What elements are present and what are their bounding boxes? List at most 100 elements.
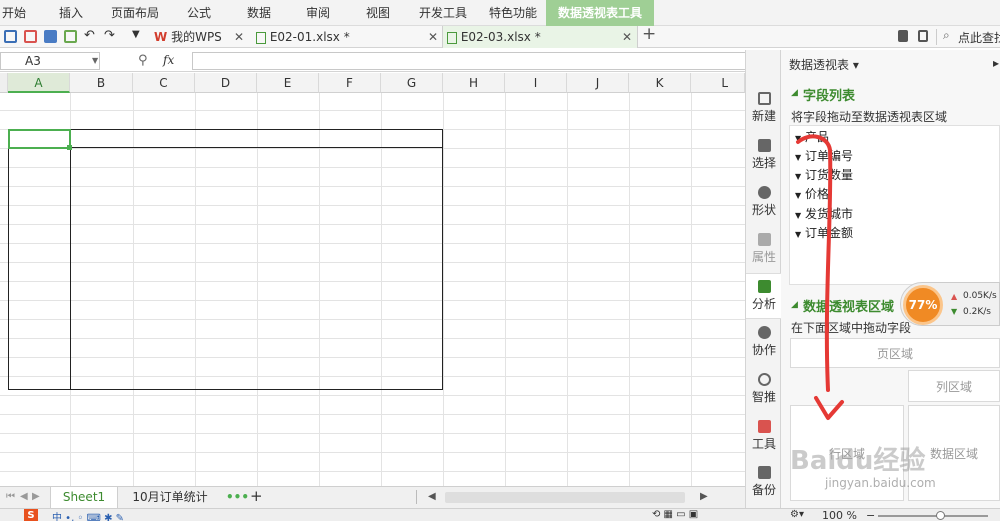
tab-review[interactable]: 审阅: [297, 0, 339, 26]
column-header[interactable]: A: [8, 73, 70, 93]
ime-logo-icon[interactable]: S: [24, 509, 38, 521]
undo-icon[interactable]: ↶: [84, 28, 95, 43]
close-tab-icon[interactable]: ✕: [428, 30, 438, 44]
rail-collab[interactable]: 协作: [746, 320, 782, 366]
name-box-dropdown-icon[interactable]: ▼: [92, 56, 98, 65]
backup-icon: [757, 466, 771, 479]
tab-view[interactable]: 视图: [357, 0, 399, 26]
sheet-tab-oct-orders[interactable]: 10月订单统计: [122, 487, 218, 508]
toolbox-icon: [757, 420, 771, 433]
column-header[interactable]: F: [319, 73, 381, 93]
scroll-right-icon[interactable]: ▶: [700, 491, 708, 502]
tab-start[interactable]: 开始: [0, 0, 28, 26]
doc-tab-e02-03[interactable]: E02-03.xlsx *: [442, 26, 638, 48]
close-tab-icon[interactable]: ✕: [622, 30, 632, 44]
column-header[interactable]: K: [629, 73, 691, 93]
name-box[interactable]: A3: [0, 52, 100, 70]
column-header[interactable]: I: [505, 73, 567, 93]
pane-header[interactable]: 数据透视表 ▾: [789, 56, 859, 73]
grid-line: [0, 452, 745, 453]
rail-analysis[interactable]: 分析: [746, 273, 782, 319]
rail-new[interactable]: 新建: [746, 86, 782, 132]
tab-developer[interactable]: 开发工具: [412, 0, 474, 26]
fill-handle[interactable]: [67, 145, 72, 150]
grid-line: [443, 93, 444, 486]
prev-sheet-icon[interactable]: ◀: [20, 491, 28, 502]
column-header[interactable]: D: [195, 73, 257, 93]
scroll-left-icon[interactable]: ◀: [428, 491, 436, 502]
property-icon: [757, 233, 771, 246]
pivot-divider: [70, 148, 71, 390]
upload-arrow-icon: ▲: [951, 292, 958, 301]
collab-icon: [757, 326, 771, 339]
field-list-title: 字段列表: [803, 89, 856, 104]
skin-icon[interactable]: [898, 30, 908, 42]
rail-backup[interactable]: 备份: [746, 460, 782, 506]
tab-pivot-tools[interactable]: 数据透视表工具: [546, 0, 654, 26]
column-header[interactable]: B: [70, 73, 133, 93]
column-header[interactable]: H: [443, 73, 505, 93]
net-speed-widget[interactable]: 77% ▲ 0.05K/s ▼ 0.2K/s: [900, 282, 1000, 326]
tab-page-layout[interactable]: 页面布局: [104, 0, 166, 26]
message-icon[interactable]: [918, 30, 928, 42]
save-icon[interactable]: [4, 30, 17, 43]
doc-tab-label: E02-01.xlsx *: [269, 30, 350, 44]
grid-line: [0, 110, 745, 111]
zoom-slider-thumb[interactable]: [936, 511, 945, 520]
rail-toolbox[interactable]: 工具: [746, 414, 782, 460]
customize-dropdown-icon[interactable]: ▼: [132, 29, 140, 40]
formula-input[interactable]: [192, 52, 745, 70]
grid-line: [505, 93, 506, 486]
zoom-out-button[interactable]: −: [866, 509, 875, 521]
column-header[interactable]: L: [691, 73, 745, 93]
spreadsheet-grid[interactable]: A B C D E F G H I J K L: [0, 73, 745, 486]
fx-button[interactable]: fx: [163, 53, 174, 67]
print-icon[interactable]: [44, 30, 57, 43]
tab-formula[interactable]: 公式: [178, 0, 220, 26]
print-preview-icon[interactable]: [64, 30, 77, 43]
zoom-slider[interactable]: [878, 515, 988, 517]
side-rail: 新建 选择 形状 属性 分析 协作 智推 工具 备份: [745, 50, 782, 508]
horizontal-scrollbar[interactable]: [445, 492, 685, 503]
redo-icon[interactable]: ↷: [104, 28, 115, 43]
select-all-corner[interactable]: [0, 73, 8, 93]
annotation-arrow: [796, 134, 844, 420]
export-pdf-icon[interactable]: [24, 30, 37, 43]
new-tab-button[interactable]: +: [642, 24, 656, 44]
memory-percent: 77%: [903, 285, 943, 325]
zoom-dropdown-icon[interactable]: ⚙▾: [790, 509, 804, 520]
grid-line: [567, 93, 568, 486]
column-header[interactable]: E: [257, 73, 319, 93]
column-header[interactable]: J: [567, 73, 629, 93]
first-sheet-icon[interactable]: ⏮: [6, 491, 15, 502]
quick-access-toolbar: ↶ ↷ ▼ W 我的WPS ✕ E02-01.xlsx * ✕ E02-03.x…: [0, 24, 1000, 48]
magnifier-icon[interactable]: ⚲: [138, 53, 148, 68]
search-icon[interactable]: ⌕: [943, 28, 950, 43]
view-mode-icons[interactable]: ⟲ ▦ ▭ ▣: [652, 509, 698, 520]
tab-insert[interactable]: 插入: [50, 0, 92, 26]
rail-select[interactable]: 选择: [746, 133, 782, 179]
column-zone[interactable]: 列区域: [908, 370, 1000, 402]
tab-special[interactable]: 特色功能: [482, 0, 544, 26]
collapse-icon[interactable]: ◢: [791, 88, 798, 98]
zoom-level[interactable]: 100 %: [822, 509, 857, 521]
next-sheet-icon[interactable]: ▶: [32, 491, 40, 502]
rail-shape[interactable]: 形状: [746, 180, 782, 226]
doc-tab-e02-01[interactable]: E02-01.xlsx *: [252, 26, 442, 48]
close-tab-icon[interactable]: ✕: [234, 30, 244, 44]
column-header[interactable]: C: [133, 73, 195, 93]
more-sheets-button[interactable]: •••: [226, 490, 249, 504]
tab-data[interactable]: 数据: [238, 0, 280, 26]
new-icon: [757, 92, 771, 105]
add-sheet-button[interactable]: +: [250, 487, 263, 505]
sheet-tab-sheet1[interactable]: Sheet1: [50, 487, 118, 508]
grid-line: [0, 414, 745, 415]
xlsx-file-icon: [447, 31, 457, 44]
rail-recommend[interactable]: 智推: [746, 367, 782, 413]
column-header[interactable]: G: [381, 73, 443, 93]
active-cell-a3[interactable]: [8, 129, 71, 149]
ime-toolbar-icons[interactable]: 中 •, ◦ ⌨ ✱ ✎: [52, 509, 124, 521]
pane-menu-icon[interactable]: ▸: [993, 56, 999, 70]
search-label[interactable]: 点此查找: [958, 29, 1000, 46]
rail-property[interactable]: 属性: [746, 227, 782, 273]
